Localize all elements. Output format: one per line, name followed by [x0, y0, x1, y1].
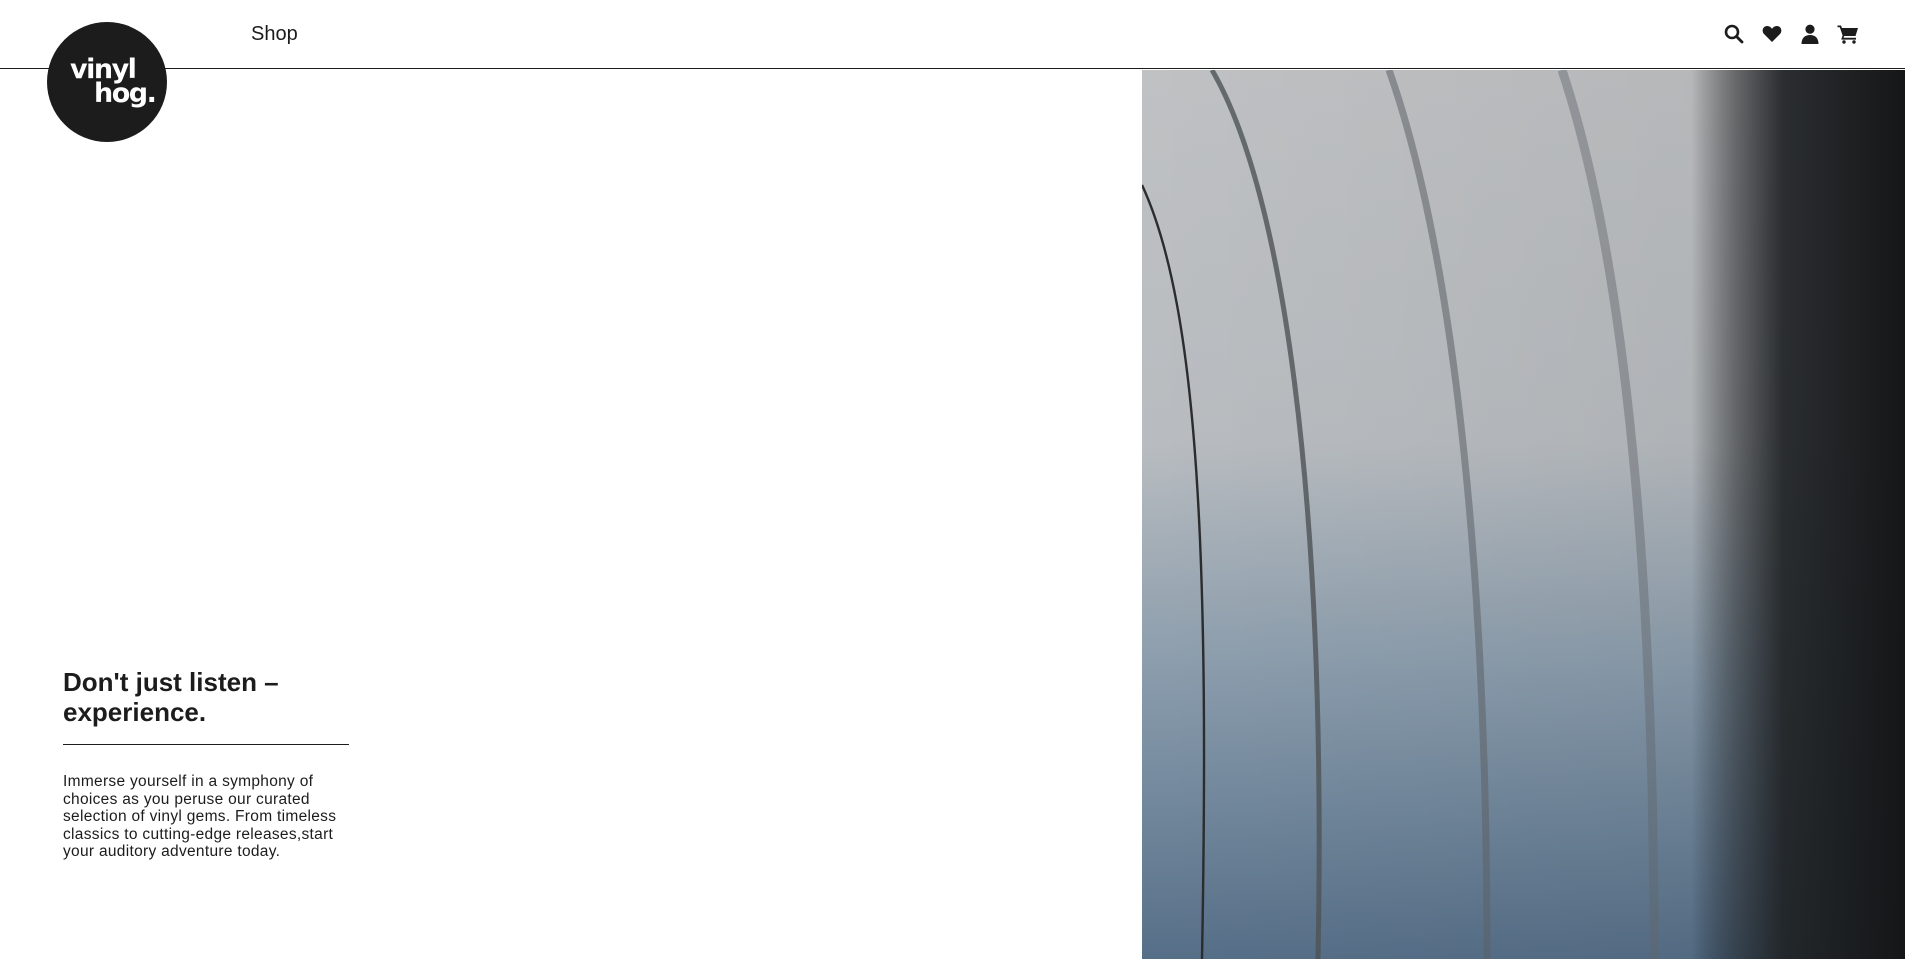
- cart-icon[interactable]: [1837, 22, 1859, 46]
- search-icon[interactable]: [1723, 22, 1745, 46]
- hero-body-text: Immerse yourself in a symphony of choice…: [63, 773, 337, 861]
- user-icon[interactable]: [1799, 22, 1821, 46]
- logo-text-hog: hog.: [94, 78, 157, 109]
- header-icons: [1723, 22, 1859, 46]
- vinyl-record-image: [1142, 70, 1905, 959]
- site-header: Shop: [0, 0, 1905, 69]
- heart-icon[interactable]: [1761, 22, 1783, 46]
- nav-shop-link[interactable]: Shop: [251, 23, 298, 46]
- headline-divider: [63, 744, 349, 745]
- brand-logo[interactable]: vinyl hog.: [47, 22, 167, 142]
- hero-headline: Don't just listen – experience.: [63, 667, 279, 727]
